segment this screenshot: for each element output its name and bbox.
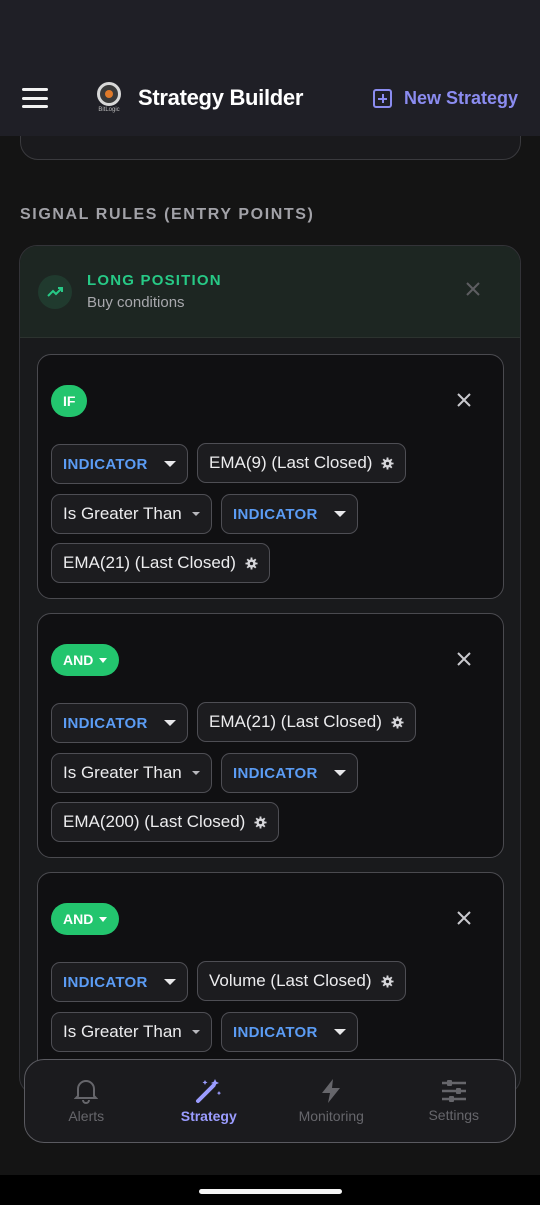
hamburger-menu-icon[interactable] xyxy=(22,88,48,108)
left-value-chip[interactable]: EMA(21) (Last Closed) xyxy=(197,702,416,742)
home-indicator[interactable] xyxy=(199,1189,342,1194)
right-type-label: INDICATOR xyxy=(233,1023,318,1041)
left-type-dropdown[interactable]: INDICATOR xyxy=(51,703,188,743)
left-value-label: Volume (Last Closed) xyxy=(209,971,372,990)
logo-text: BitLogic xyxy=(98,107,120,113)
long-position-header: LONG POSITION Buy conditions xyxy=(20,246,520,338)
nav-item-settings[interactable]: Settings xyxy=(393,1060,516,1142)
section-title: SIGNAL RULES (ENTRY POINTS) xyxy=(20,206,315,223)
logic-pill[interactable]: IF xyxy=(51,385,88,417)
left-value-chip[interactable]: Volume (Last Closed) xyxy=(197,961,406,1001)
logic-label: AND xyxy=(63,652,94,668)
left-type-dropdown[interactable]: INDICATOR xyxy=(51,444,188,484)
close-icon[interactable] xyxy=(466,282,480,301)
left-value-label: EMA(9) (Last Closed) xyxy=(209,453,373,472)
logic-dropdown[interactable]: AND xyxy=(51,644,120,676)
status-bar xyxy=(0,0,540,60)
operator-dropdown[interactable]: Is Greater Than xyxy=(51,1012,212,1052)
chevron-down-icon xyxy=(163,461,176,467)
operator-label: Is Greater Than xyxy=(63,763,182,782)
chevron-down-icon xyxy=(99,657,108,663)
app-header: BitLogic Strategy Builder New Strategy xyxy=(0,60,540,136)
gear-icon xyxy=(381,456,394,470)
chevron-down-icon xyxy=(333,770,346,776)
right-type-dropdown[interactable]: INDICATOR xyxy=(221,494,358,534)
lightning-icon xyxy=(322,1079,341,1103)
left-type-label: INDICATOR xyxy=(63,973,148,991)
long-position-title: LONG POSITION xyxy=(87,272,222,289)
long-position-subtitle: Buy conditions xyxy=(87,294,185,311)
right-value-label: EMA(200) (Last Closed) xyxy=(63,812,246,831)
right-value-chip[interactable]: EMA(200) (Last Closed) xyxy=(51,802,280,842)
sliders-icon xyxy=(441,1080,466,1102)
right-type-dropdown[interactable]: INDICATOR xyxy=(221,1012,358,1052)
logic-label: IF xyxy=(63,393,76,409)
nav-item-alerts[interactable]: Alerts xyxy=(25,1060,148,1142)
bottom-navigation: Alerts Strategy Monitoring Settings xyxy=(24,1059,516,1143)
new-strategy-label: New Strategy xyxy=(403,87,518,108)
operator-dropdown[interactable]: Is Greater Than xyxy=(51,494,212,534)
left-value-label: EMA(21) (Last Closed) xyxy=(209,712,382,731)
right-type-dropdown[interactable]: INDICATOR xyxy=(221,753,358,793)
gear-icon xyxy=(380,974,394,988)
gear-icon xyxy=(391,715,404,729)
chevron-down-icon xyxy=(191,771,200,775)
app-logo: BitLogic xyxy=(94,80,124,116)
nav-label: Settings xyxy=(428,1107,480,1123)
remove-rule-close-icon[interactable] xyxy=(457,393,471,412)
operator-label: Is Greater Than xyxy=(63,1022,182,1041)
nav-label: Monitoring xyxy=(298,1108,364,1124)
logic-dropdown[interactable]: AND xyxy=(51,903,120,935)
chevron-down-icon xyxy=(333,1029,346,1035)
right-type-label: INDICATOR xyxy=(233,764,318,782)
right-value-chip[interactable]: EMA(21) (Last Closed) xyxy=(51,543,270,583)
magic-wand-icon xyxy=(195,1079,221,1103)
gear-icon xyxy=(254,815,267,829)
right-value-label: EMA(21) (Last Closed) xyxy=(63,553,236,572)
chevron-down-icon xyxy=(191,1030,200,1034)
left-value-chip[interactable]: EMA(9) (Last Closed) xyxy=(197,443,407,483)
nav-item-monitoring[interactable]: Monitoring xyxy=(270,1060,393,1142)
right-type-label: INDICATOR xyxy=(233,505,318,523)
left-type-dropdown[interactable]: INDICATOR xyxy=(51,962,188,1002)
add-box-icon xyxy=(372,88,392,108)
trending-up-icon xyxy=(38,274,72,309)
new-strategy-button[interactable]: New Strategy xyxy=(372,87,518,109)
chevron-down-icon xyxy=(99,916,108,922)
chevron-down-icon xyxy=(191,512,200,516)
chevron-down-icon xyxy=(333,511,346,517)
page-title: Strategy Builder xyxy=(138,85,304,110)
operator-label: Is Greater Than xyxy=(63,504,182,523)
chevron-down-icon xyxy=(163,979,176,985)
nav-label: Strategy xyxy=(180,1108,237,1124)
rule-card: AND INDICATOR EMA(21) (Last Closed) Is G… xyxy=(37,613,504,858)
chevron-down-icon xyxy=(163,720,176,726)
remove-rule-close-icon[interactable] xyxy=(457,911,471,930)
long-position-card: LONG POSITION Buy conditions IF INDICATO… xyxy=(19,245,521,1095)
operator-dropdown[interactable]: Is Greater Than xyxy=(51,753,212,793)
nav-item-strategy[interactable]: Strategy xyxy=(148,1060,271,1142)
bell-icon xyxy=(74,1080,99,1104)
remove-rule-close-icon[interactable] xyxy=(457,652,471,671)
nav-label: Alerts xyxy=(68,1108,105,1124)
left-type-label: INDICATOR xyxy=(63,714,148,732)
logic-label: AND xyxy=(63,911,94,927)
gear-icon xyxy=(245,556,258,570)
left-type-label: INDICATOR xyxy=(63,455,148,473)
rule-card: IF INDICATOR EMA(9) (Last Closed) Is Gre… xyxy=(37,354,504,599)
